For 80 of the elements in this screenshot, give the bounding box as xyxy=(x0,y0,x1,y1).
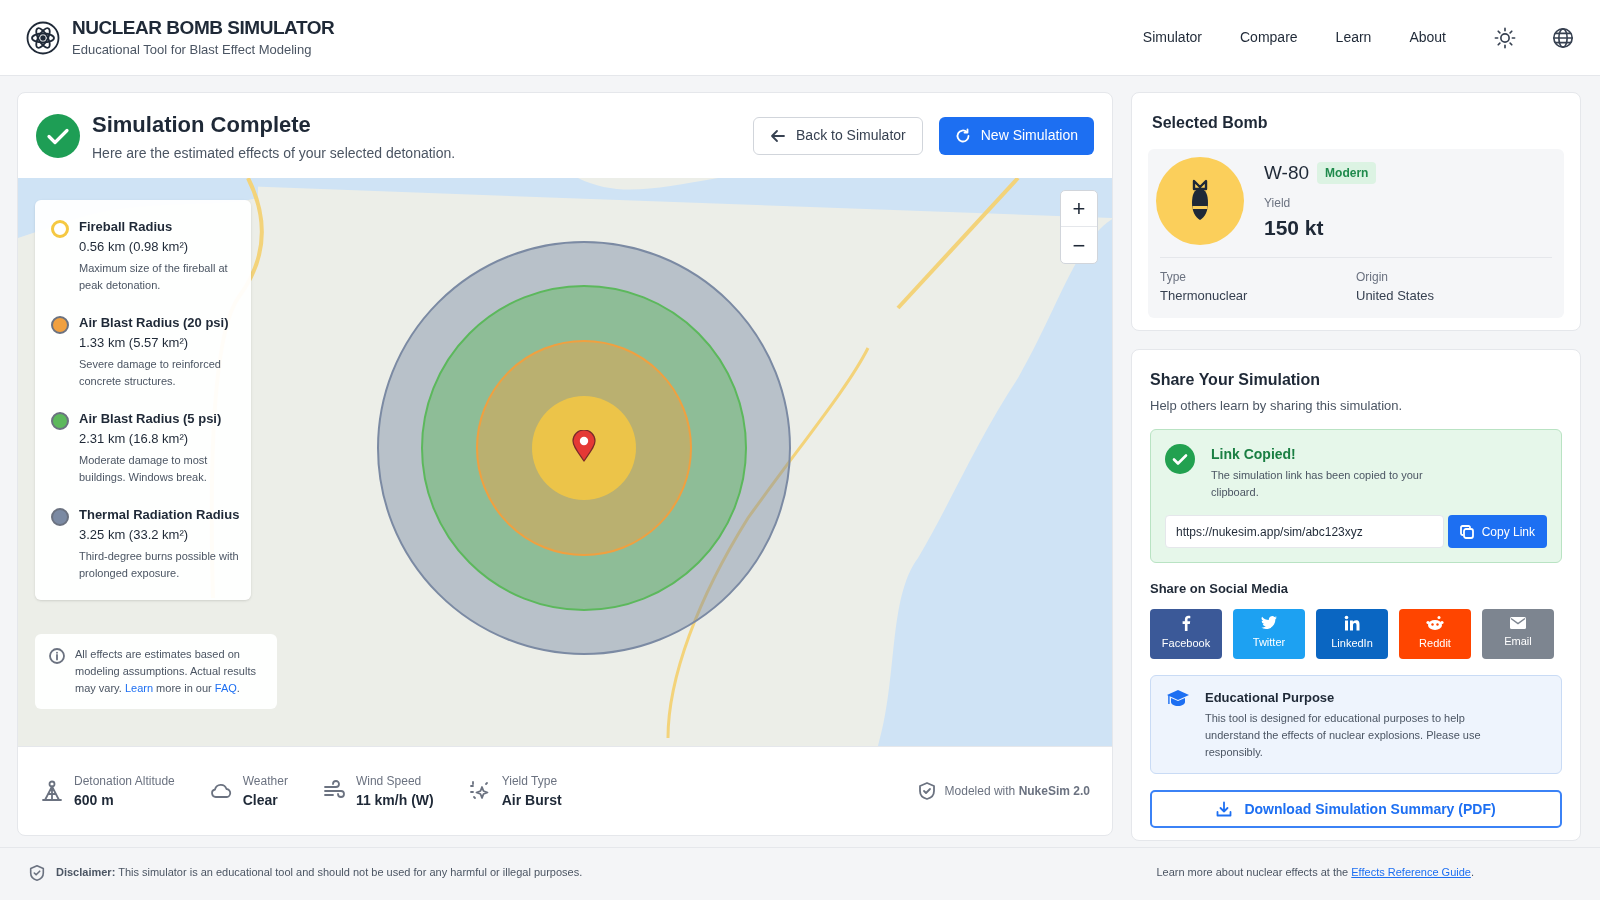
shield-check-icon xyxy=(916,781,937,801)
sun-icon[interactable] xyxy=(1494,26,1516,49)
copied-text: The simulation link has been copied to your clipboard. xyxy=(1211,468,1424,500)
tower-icon xyxy=(40,779,64,803)
type-label: Type xyxy=(1160,269,1187,286)
nav-link[interactable]: About xyxy=(1397,21,1458,54)
check-circle-icon xyxy=(1165,444,1195,474)
result-subtitle: Here are the estimated effects of your selected detonation. xyxy=(92,143,456,163)
legend-value: 2.31 km (16.8 km²) xyxy=(79,430,190,448)
copied-title: Link Copied! xyxy=(1211,445,1297,464)
zoom-in-button[interactable]: + xyxy=(1061,191,1097,227)
download-button[interactable]: Download Simulation Summary (PDF) xyxy=(1150,790,1562,828)
type-value: Thermonuclear xyxy=(1160,287,1249,305)
result-title: Simulation Complete xyxy=(92,110,312,139)
legend-title: Air Blast Radius (20 psi) xyxy=(79,314,230,332)
legend-description: Maximum size of the fireball at peak detonation. xyxy=(79,261,229,293)
legend-value: 1.33 km (5.57 km²) xyxy=(79,334,190,352)
nav-link[interactable]: Learn xyxy=(1323,21,1384,54)
era-tag: Modern xyxy=(1317,162,1377,185)
shield-check-icon xyxy=(28,863,46,882)
stat-value: Air Burst xyxy=(501,790,562,810)
info-icon xyxy=(49,648,65,664)
stat-label: Wind Speed xyxy=(355,772,423,790)
stat-value: Clear xyxy=(242,790,279,810)
legend-description: Moderate damage to most buildings. Windows break. xyxy=(79,453,209,485)
nav-link[interactable]: Simulator xyxy=(1130,21,1214,54)
stat-label: Weather xyxy=(242,772,288,790)
bomb-name: W-80 xyxy=(1264,161,1310,185)
app-subtitle: Educational Tool for Blast Effect Modeling xyxy=(72,40,313,59)
social-heading: Share on Social Media xyxy=(1150,580,1289,598)
bomb-heading: Selected Bomb xyxy=(1152,113,1269,133)
note-link[interactable]: FAQ xyxy=(214,682,237,694)
yield-value: 150 kt xyxy=(1264,214,1325,241)
refresh-icon xyxy=(954,127,971,144)
new-simulation-button[interactable]: New Simulation xyxy=(938,116,1094,155)
check-circle-icon xyxy=(36,113,80,158)
share-button[interactable]: Email xyxy=(1482,608,1554,659)
copy-link-button[interactable]: Copy Link xyxy=(1447,515,1547,548)
stat-label: Yield Type xyxy=(501,772,559,790)
note-link[interactable]: Learn xyxy=(124,682,154,694)
location-pin-icon xyxy=(572,430,596,462)
stat-value: 600 m xyxy=(74,790,115,810)
stat-value: 11 km/h (W) xyxy=(355,790,434,810)
legend-title: Thermal Radiation Radius xyxy=(79,506,240,524)
nav-link[interactable]: Compare xyxy=(1228,21,1310,54)
graduation-cap-icon xyxy=(1167,689,1189,708)
share-heading: Share Your Simulation xyxy=(1150,369,1322,390)
estimate-note: All effects are estimates based on modeling assumptions. Actual results may vary. Learn more in our FAQ. xyxy=(75,647,257,696)
legend-title: Air Blast Radius (5 psi) xyxy=(79,410,223,428)
bird-icon xyxy=(1261,616,1277,631)
disclaimer-text: Disclaimer: This simulator is an educational tool and should not be used for any harmful or illegal purposes. xyxy=(56,865,583,881)
copy-icon xyxy=(1459,524,1474,539)
education-text: This tool is designed for educational purposes to help understand the effects of nuclear explosions. Please use responsibly. xyxy=(1205,711,1482,760)
linkedin-icon xyxy=(1344,615,1360,632)
model-note: Modeled with NukeSim 2.0 xyxy=(944,783,1090,800)
origin-value: United States xyxy=(1356,287,1436,305)
legend-value: 0.56 km (0.98 km²) xyxy=(79,238,190,256)
legend-title: Fireball Radius xyxy=(79,218,174,236)
share-url-field[interactable]: https://nukesim.app/sim/abc123xyz xyxy=(1165,515,1444,548)
globe-icon[interactable] xyxy=(1552,26,1574,49)
arrow-left-icon xyxy=(770,127,786,144)
zoom-out-button[interactable]: − xyxy=(1061,227,1097,263)
share-button[interactable]: LinkedIn xyxy=(1316,608,1388,659)
reference-guide-link[interactable]: Effects Reference Guide xyxy=(1351,866,1471,879)
share-button[interactable]: Reddit xyxy=(1399,608,1471,659)
atom-logo-icon xyxy=(26,20,60,55)
legend-description: Severe damage to reinforced concrete structures. xyxy=(79,357,222,389)
legend-description: Third-degree burns possible with prolonged exposure. xyxy=(79,549,240,581)
reference-note: Learn more about nuclear effects at the Effects Reference Guide. xyxy=(1156,865,1474,881)
share-button[interactable]: Facebook xyxy=(1150,608,1222,659)
origin-label: Origin xyxy=(1356,269,1389,286)
legend-value: 3.25 km (33.2 km²) xyxy=(79,526,190,544)
app-title: NUCLEAR BOMB SIMULATOR xyxy=(72,15,335,40)
envelope-icon xyxy=(1510,617,1526,630)
yield-label: Yield xyxy=(1264,194,1292,212)
back-button[interactable]: Back to Simulator xyxy=(753,116,923,155)
education-title: Educational Purpose xyxy=(1205,688,1336,707)
share-subtitle: Help others learn by sharing this simulation. xyxy=(1150,396,1404,415)
stat-label: Detonation Altitude xyxy=(74,772,175,790)
download-icon xyxy=(1216,801,1233,817)
